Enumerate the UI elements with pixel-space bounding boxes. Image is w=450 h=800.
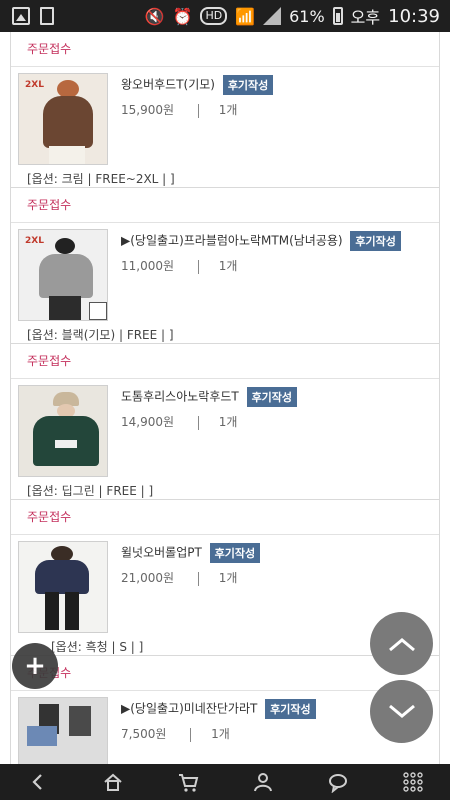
product-option: [옵션: 블랙(기모) | FREE | ]: [27, 328, 174, 342]
home-icon: [103, 773, 122, 791]
product-price: 14,900원: [121, 415, 175, 429]
user-icon: [253, 773, 272, 792]
write-review-button[interactable]: 후기작성: [222, 75, 274, 95]
order-product-row: 도톰후리스아노락후드T 후기작성 14,900원 1개 [옵션: 딥그린 | F…: [11, 379, 439, 499]
bottom-nav: [0, 764, 450, 800]
time-ampm: 오후: [350, 8, 381, 27]
menu-button[interactable]: [399, 768, 427, 796]
divider: [197, 571, 199, 586]
product-price: 7,500원: [121, 727, 167, 741]
product-name[interactable]: ▶(당일출고)프라블럼아노락MTM(남녀공용): [121, 234, 343, 248]
alarm-icon: ⏰: [172, 6, 193, 26]
divider: [197, 103, 199, 118]
product-qty: 1개: [211, 727, 230, 741]
product-thumbnail[interactable]: [18, 697, 108, 764]
cart-icon: [178, 774, 198, 792]
add-button[interactable]: +: [12, 643, 58, 689]
order-status: 주문접수: [11, 344, 439, 379]
mute-icon: 🔇: [144, 6, 165, 26]
trash-icon: [40, 7, 54, 25]
order-status: 주문접수: [11, 188, 439, 223]
divider: [197, 415, 199, 430]
status-bar: 🔇 ⏰ HD 📶 61% 오후 10:39: [0, 0, 450, 32]
scroll-down-button[interactable]: [370, 680, 433, 743]
product-thumbnail[interactable]: [18, 385, 108, 477]
product-qty: 1개: [218, 103, 238, 117]
size-badge: 2XL: [25, 80, 44, 90]
divider: [190, 727, 192, 742]
product-qty: 1개: [218, 571, 238, 585]
my-page-button[interactable]: [249, 768, 277, 796]
product-thumbnail[interactable]: 2XL: [18, 73, 108, 165]
product-qty: 1개: [218, 259, 238, 273]
chevron-up-icon: [388, 637, 415, 651]
back-icon: [31, 774, 42, 790]
chat-icon: [328, 774, 347, 793]
write-review-button[interactable]: 후기작성: [265, 699, 316, 719]
product-name[interactable]: ▶(당일출고)미네잔단가라T: [121, 702, 257, 716]
write-review-button[interactable]: 후기작성: [209, 543, 261, 563]
hd-icon: HD: [200, 7, 228, 25]
product-price: 15,900원: [121, 103, 175, 117]
divider: [197, 259, 199, 274]
order-status: 주문접수: [11, 32, 439, 67]
chat-button[interactable]: [324, 768, 352, 796]
product-name[interactable]: 윌넛오버롤업PT: [121, 546, 202, 560]
product-option: [옵션: 크림 | FREE~2XL | ]: [27, 172, 175, 186]
product-price: 21,000원: [121, 571, 175, 585]
product-option: [옵션: 흑청 | S | ]: [51, 640, 144, 654]
product-price: 11,000원: [121, 259, 175, 273]
write-review-button[interactable]: 후기작성: [350, 231, 401, 251]
order-product-row: 2XL ▶(당일출고)프라블럼아노락MTM(남녀공용) 후기작성 11,000원…: [11, 223, 439, 343]
cart-button[interactable]: [174, 768, 202, 796]
product-name[interactable]: 도톰후리스아노락후드T: [121, 390, 239, 404]
signal-icon: [263, 7, 282, 25]
clock: 10:39: [388, 5, 440, 27]
order-item: 주문접수 2XL 왕오버후드T(기모) 후기작성 15,900원 1개 [옵션:…: [11, 32, 439, 188]
gallery-icon: [12, 7, 30, 25]
write-review-button[interactable]: 후기작성: [246, 387, 298, 407]
order-item: 주문접수 2XL ▶(당일출고)프라블럼아노락MTM(남녀공용) 후기작성 11…: [11, 188, 439, 344]
product-option: [옵션: 딥그린 | FREE | ]: [27, 484, 154, 498]
home-button[interactable]: [99, 768, 127, 796]
order-product-row: 2XL 왕오버후드T(기모) 후기작성 15,900원 1개 [옵션: 크림 |…: [11, 67, 439, 187]
order-item: 주문접수 도톰후리스아노락후드T 후기작성 14,900원 1개 [옵션: 딥그…: [11, 344, 439, 500]
scroll-up-button[interactable]: [370, 612, 433, 675]
back-button[interactable]: [24, 768, 52, 796]
product-name[interactable]: 왕오버후드T(기모): [121, 78, 215, 92]
battery-percent: 61%: [289, 6, 325, 26]
product-thumbnail[interactable]: 2XL: [18, 229, 108, 321]
size-badge: 2XL: [25, 236, 44, 246]
order-status: 주문접수: [11, 500, 439, 535]
menu-grid-icon: [402, 772, 423, 792]
wifi-icon: 📶: [235, 6, 256, 26]
chevron-down-icon: [388, 704, 415, 718]
product-thumbnail[interactable]: [18, 541, 108, 633]
product-qty: 1개: [218, 415, 238, 429]
battery-icon: [332, 7, 343, 25]
